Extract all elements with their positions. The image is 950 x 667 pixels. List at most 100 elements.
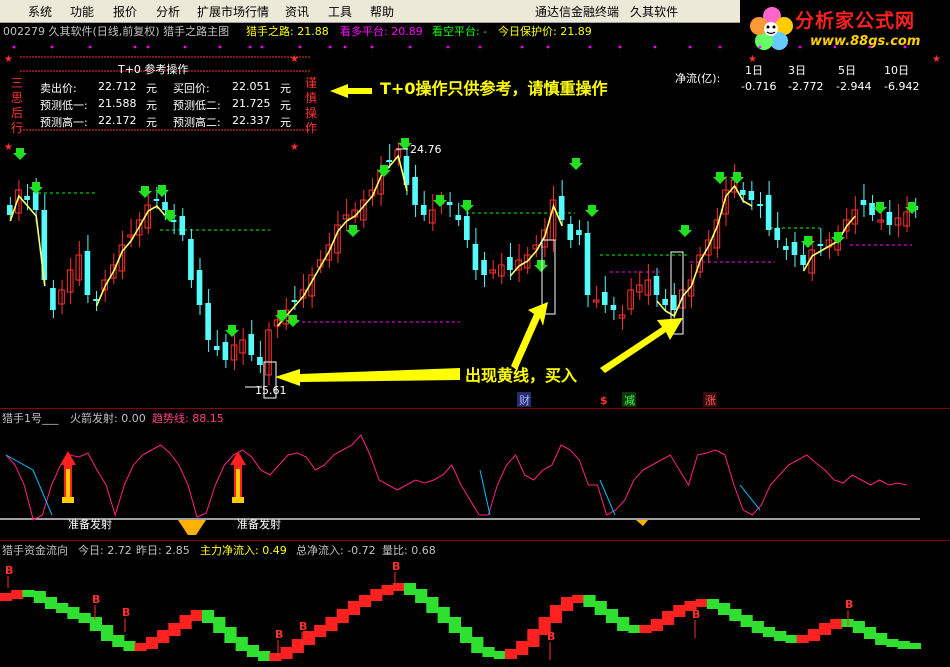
- flow-segment: [448, 617, 462, 633]
- flow-segment: [706, 599, 720, 609]
- candle-body: [455, 215, 461, 220]
- flow-segment: [145, 637, 159, 649]
- b-marker-label: B: [122, 606, 130, 619]
- hunter1-indicator-chart[interactable]: 准备发射 准备发射: [0, 425, 950, 540]
- candle-body: [800, 255, 806, 265]
- candle-body: [576, 230, 582, 235]
- net-flow-value: -2.772: [788, 80, 824, 93]
- t0-title: T+0 参考操作: [118, 63, 189, 76]
- flow-segment: [471, 637, 484, 653]
- signal-dot: [833, 45, 837, 49]
- flow-segment: [336, 609, 349, 623]
- volume-ratio-value: 量比: 0.68: [382, 544, 436, 557]
- panel2-name: 猎手资金流向: [2, 544, 68, 557]
- down-arrow-icon: [138, 186, 152, 198]
- yesterday-value: 昨日: 2.85: [136, 544, 190, 557]
- flow-segment: [493, 651, 506, 659]
- flow-segment: [673, 605, 686, 617]
- flow-segment: [426, 597, 439, 613]
- protect-price-value: 今日保护价: 21.89: [498, 25, 592, 38]
- menu-item-analysis[interactable]: 分析: [156, 3, 180, 20]
- candle-body: [248, 334, 255, 355]
- flow-segment: [0, 593, 13, 601]
- menu-item-tools[interactable]: 工具: [328, 3, 352, 20]
- flow-segment: [875, 633, 888, 645]
- flow-segment: [134, 643, 147, 651]
- flow-segment: [796, 635, 809, 643]
- candle-body: [774, 228, 781, 240]
- flow-segment: [280, 647, 293, 659]
- signal-dot: [133, 45, 137, 49]
- menu-item-help[interactable]: 帮助: [370, 3, 394, 20]
- signal-dot: [618, 45, 622, 49]
- candle-body: [222, 342, 229, 360]
- net-flow-value: -0.716: [741, 80, 777, 93]
- candle-body: [748, 191, 755, 200]
- menu-item-extended-market[interactable]: 扩展市场行情: [197, 3, 269, 20]
- buyback-price-value: 22.051: [232, 80, 271, 93]
- signal-dot: [653, 45, 657, 49]
- b-marker-label: B: [692, 608, 700, 621]
- candle-body: [84, 251, 91, 295]
- app-title: 通达信金融终端: [535, 5, 620, 19]
- flow-segment: [112, 635, 125, 647]
- menu-item-news[interactable]: 资讯: [285, 3, 309, 20]
- candle-body: [188, 239, 194, 280]
- down-arrow-icon: [13, 148, 27, 160]
- flow-segment: [78, 613, 91, 623]
- candle-group: [7, 142, 918, 385]
- flow-segment: [415, 589, 428, 603]
- t0-reference-panel: T+0 参考操作 三 思 后 行 谨 慎 操 作 卖出价: 22.712 元 买…: [11, 56, 317, 135]
- flow-segment: [718, 603, 731, 615]
- flow-segment: [213, 617, 226, 633]
- signal-dot: [408, 45, 412, 49]
- signal-dot: [183, 45, 187, 49]
- signal-dot: [328, 45, 332, 49]
- flow-segment: [302, 631, 316, 645]
- t0-warning-note: T+0操作只供参考，请慎重操作: [380, 79, 608, 98]
- candle-body: [213, 346, 220, 350]
- signal-dot: [146, 45, 150, 49]
- capital-flow-chart[interactable]: B B B B B B B B B: [0, 558, 950, 667]
- signal-dot: [12, 45, 16, 49]
- signal-dot: [520, 45, 524, 49]
- candle-body: [412, 177, 418, 205]
- b-marker-label: B: [547, 630, 555, 643]
- rise-tag-text: 涨: [705, 394, 716, 407]
- unit: 元: [280, 82, 291, 95]
- signal-dot: [260, 45, 264, 49]
- down-arrow-icon: [225, 325, 239, 337]
- flow-segment: [11, 590, 24, 599]
- flow-segment: [695, 599, 708, 607]
- pred-low1-label: 预测低一:: [40, 99, 88, 112]
- flow-segment: [583, 595, 596, 607]
- candle-body: [472, 244, 479, 270]
- menu-item-function[interactable]: 功能: [70, 3, 94, 20]
- panel1-name: 猎手1号___: [2, 412, 59, 425]
- candle-body: [653, 276, 660, 295]
- candle-body: [567, 224, 574, 240]
- b-marker-label: B: [5, 564, 13, 577]
- note-arrow-icon: [330, 84, 372, 98]
- high-price-label: 24.76: [410, 143, 442, 156]
- flow-segment: [762, 627, 776, 637]
- signal-dot: [298, 45, 302, 49]
- reduce-tag-text: 减: [624, 394, 635, 407]
- menu-item-system[interactable]: 系统: [28, 3, 52, 20]
- signal-dot: [248, 45, 252, 49]
- buy-arrow-left-icon: [275, 368, 460, 386]
- down-arrow-icon: [585, 205, 599, 217]
- flow-segment: [325, 617, 338, 631]
- flow-segment: [527, 629, 540, 647]
- pred-high2-label: 预测高二:: [173, 116, 221, 129]
- stock-title: 002279 久其软件(日线,前复权) 猎手之路主图: [3, 25, 230, 38]
- signal-dot: [446, 45, 450, 49]
- left-vertical-char: 三: [10, 76, 23, 90]
- signal-dot: [868, 45, 872, 49]
- left-vertical-char: 行: [10, 121, 23, 135]
- flow-segment: [33, 591, 46, 603]
- rocket-icon: [60, 451, 76, 503]
- menu-item-quote[interactable]: 报价: [113, 3, 137, 20]
- trend-line: [5, 434, 908, 521]
- buy-arrow-up-icon: [511, 302, 548, 370]
